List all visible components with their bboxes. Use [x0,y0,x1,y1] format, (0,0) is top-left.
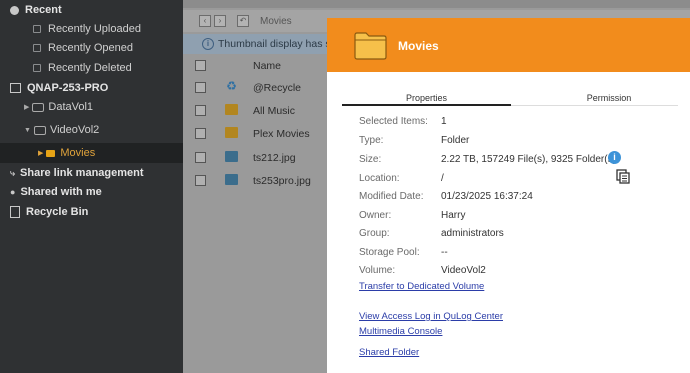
image-icon [225,174,238,185]
sidebar-item-label: Recently Opened [48,42,133,54]
file-name: All Music [253,105,296,117]
sidebar-item-label: Recycle Bin [26,206,89,218]
info-icon[interactable]: i [608,151,621,164]
tab-active-indicator [342,104,511,106]
sidebar-item-nas[interactable]: QNAP-253-PRO [10,82,108,94]
column-header-name[interactable]: Name [253,60,281,72]
value-modified-date: 01/23/2025 16:37:24 [441,191,533,202]
sidebar-item-share-link[interactable]: ⤷ Share link management [10,167,144,179]
sidebar-item-label: Recently Uploaded [48,23,141,35]
server-icon [10,83,21,93]
value-volume: VideoVol2 [441,265,486,276]
transfer-volume-link[interactable]: Transfer to Dedicated Volume [359,281,484,292]
access-log-link[interactable]: View Access Log in QuLog Center [359,311,503,322]
file-name: ts253pro.jpg [253,175,311,187]
sidebar-item-label: Shared with me [20,186,102,198]
info-banner-text: Thumbnail display has sto [218,38,340,50]
sidebar-item-videovol2[interactable]: ▼ VideoVol2 [24,124,99,136]
file-name: ts212.jpg [253,152,296,164]
properties-panel: Movies Properties Permission Selected It… [327,18,690,373]
label-volume: Volume: [359,265,396,276]
row-checkbox[interactable] [195,175,206,186]
clock-icon [10,5,19,15]
value-storage-pool: -- [441,247,448,258]
forward-button[interactable]: › [214,15,226,27]
sidebar-item-label: DataVol1 [48,101,94,113]
back-button[interactable]: ‹ [199,15,211,27]
panel-title: Movies [398,39,439,53]
row-checkbox[interactable] [195,128,206,139]
label-owner: Owner: [359,210,392,221]
value-selected-items: 1 [441,116,447,127]
label-storage-pool: Storage Pool: [359,247,420,258]
sidebar-item-datavol1[interactable]: ▶ DataVol1 [24,101,93,113]
value-location: / [441,173,444,184]
sidebar-item-label: QNAP-253-PRO [27,82,109,94]
up-folder-button[interactable]: ↶ [237,15,249,27]
recycle-icon: ♻ [226,79,237,93]
folder-icon [354,32,387,60]
folder-icon [46,149,56,157]
folder-icon [225,104,238,115]
breadcrumb[interactable]: Movies [260,16,292,27]
document-icon [33,44,41,52]
drive-icon [32,102,45,112]
share-icon: ⤷ [10,167,16,178]
select-all-checkbox[interactable] [195,60,206,71]
sidebar: Recent Recently Uploaded Recently Opened… [0,0,183,373]
label-size: Size: [359,154,382,165]
sidebar-item-recent[interactable]: Recent [10,4,62,16]
sidebar-item-label: Movies [60,147,96,159]
document-icon [33,64,41,72]
users-icon: ● [10,187,16,197]
label-selected-items: Selected Items: [359,116,428,127]
label-modified-date: Modified Date: [359,191,424,202]
file-name: @Recycle [253,82,302,94]
label-type: Type: [359,135,384,146]
drive-icon [33,125,46,135]
row-checkbox[interactable] [195,152,206,163]
value-owner: Harry [441,210,466,221]
folder-icon [225,127,238,138]
sidebar-item-label: Recent [25,4,62,16]
sidebar-item-label: Share link management [20,167,144,179]
chevron-right-icon[interactable]: ▶ [24,103,29,111]
row-checkbox[interactable] [195,82,206,93]
label-group: Group: [359,228,390,239]
sidebar-item-movies[interactable]: ▶ Movies [38,147,95,159]
sidebar-item-recently-uploaded[interactable]: Recently Uploaded [33,23,141,35]
tab-properties[interactable]: Properties [342,93,511,103]
value-size: 2.22 TB, 157249 File(s), 9325 Folder(s) [441,154,616,165]
info-icon: i [202,38,214,50]
toolbar [183,0,690,8]
chevron-right-icon[interactable]: ▶ [38,149,43,157]
sidebar-item-recently-opened[interactable]: Recently Opened [33,42,133,54]
sidebar-item-shared-with-me[interactable]: ● Shared with me [10,186,102,198]
value-type: Folder [441,135,470,146]
trash-icon [10,206,20,218]
copy-icon[interactable] [616,169,630,184]
file-name: Plex Movies [253,128,310,140]
document-icon [33,25,41,33]
label-location: Location: [359,173,400,184]
sidebar-item-recently-deleted[interactable]: Recently Deleted [33,62,132,74]
tab-permission[interactable]: Permission [525,93,690,103]
row-checkbox[interactable] [195,105,206,116]
sidebar-item-label: VideoVol2 [49,124,100,136]
multimedia-console-link[interactable]: Multimedia Console [359,326,442,337]
shared-folder-link[interactable]: Shared Folder [359,347,419,358]
value-group: administrators [441,228,504,239]
sidebar-item-label: Recently Deleted [48,62,132,74]
panel-header: Movies [327,18,690,72]
chevron-down-icon[interactable]: ▼ [24,127,31,134]
sidebar-item-recycle-bin[interactable]: Recycle Bin [10,206,88,218]
image-icon [225,151,238,162]
